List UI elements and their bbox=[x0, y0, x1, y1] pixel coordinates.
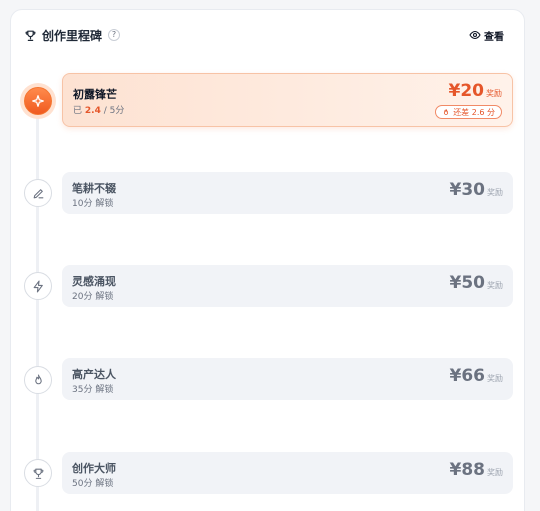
view-button[interactable]: 查看 bbox=[469, 28, 504, 43]
eye-icon bbox=[469, 30, 481, 40]
flame-icon bbox=[444, 108, 449, 115]
reward-amount: ¥20 奖励 bbox=[448, 81, 503, 101]
milestone-name: 初露锋芒 bbox=[73, 88, 117, 101]
milestone-name: 笔耕不辍 bbox=[72, 182, 116, 195]
milestone-item-4[interactable]: 高产达人 35分 解锁 ¥66 奖励 bbox=[62, 358, 513, 400]
gap-badge: 还差 2.6 分 bbox=[435, 105, 502, 119]
milestone-item-5[interactable]: 创作大师 50分 解锁 ¥88 奖励 bbox=[62, 452, 513, 494]
milestone-node-4 bbox=[24, 366, 52, 394]
milestone-card: 创作里程碑 ? 查看 初露锋芒 已 2.4 / 5分 ¥20 奖励 还差 2.6… bbox=[10, 9, 525, 511]
milestone-node-5 bbox=[24, 459, 52, 487]
card-header: 创作里程碑 ? 查看 bbox=[24, 24, 504, 46]
progress-value: 2.4 bbox=[84, 106, 101, 116]
milestone-name: 灵感涌现 bbox=[72, 275, 116, 288]
timeline-line bbox=[36, 100, 39, 511]
help-icon[interactable]: ? bbox=[108, 29, 121, 41]
milestone-item-2[interactable]: 笔耕不辍 10分 解锁 ¥30 奖励 bbox=[62, 172, 513, 214]
milestone-node-current bbox=[24, 87, 52, 115]
unlock-text: 35分 解锁 bbox=[72, 385, 114, 395]
milestone-progress: 已 2.4 / 5分 bbox=[73, 106, 125, 116]
trophy-icon bbox=[33, 468, 43, 479]
view-label: 查看 bbox=[484, 31, 504, 43]
reward-amount: ¥30 奖励 bbox=[449, 180, 504, 200]
reward-amount: ¥88 奖励 bbox=[449, 460, 504, 480]
flame-icon bbox=[34, 374, 42, 384]
milestone-item-1[interactable]: 初露锋芒 已 2.4 / 5分 ¥20 奖励 还差 2.6 分 bbox=[62, 73, 513, 127]
unlock-text: 10分 解锁 bbox=[72, 199, 114, 209]
milestone-name: 高产达人 bbox=[72, 368, 116, 381]
milestone-node-2 bbox=[24, 179, 52, 207]
lightning-icon bbox=[33, 280, 43, 292]
trophy-icon bbox=[24, 28, 38, 42]
milestone-node-3 bbox=[24, 272, 52, 300]
reward-amount: ¥50 奖励 bbox=[449, 273, 504, 293]
unlock-text: 50分 解锁 bbox=[72, 479, 114, 489]
pen-icon bbox=[33, 188, 43, 198]
reward-amount: ¥66 奖励 bbox=[449, 366, 504, 386]
milestone-item-3[interactable]: 灵感涌现 20分 解锁 ¥50 奖励 bbox=[62, 265, 513, 307]
unlock-text: 20分 解锁 bbox=[72, 292, 114, 302]
milestone-name: 创作大师 bbox=[72, 462, 116, 475]
page-title: 创作里程碑 bbox=[42, 28, 103, 43]
sparkle-icon bbox=[32, 95, 44, 107]
